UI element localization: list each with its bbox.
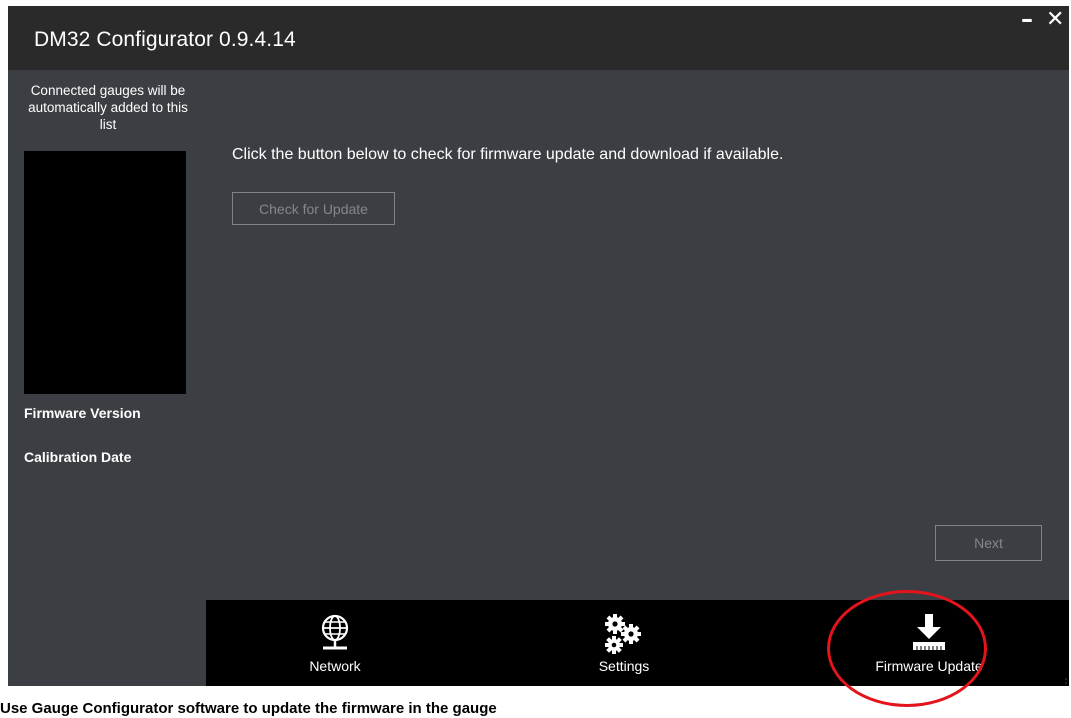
title-bar: DM32 Configurator 0.9.4.14 – ✕ — [8, 6, 1069, 70]
gauge-list-hint: Connected gauges will be automatically a… — [28, 83, 188, 132]
globe-network-icon — [321, 614, 349, 650]
nav-label-network: Network — [309, 658, 361, 674]
calibration-date-label: Calibration Date — [24, 449, 132, 465]
firmware-version-label: Firmware Version — [24, 405, 141, 421]
highlight-annotation-circle — [827, 590, 987, 707]
window-title: DM32 Configurator 0.9.4.14 — [34, 28, 296, 51]
close-button[interactable]: ✕ — [1046, 7, 1064, 32]
nav-item-network[interactable]: Network — [255, 600, 415, 686]
firmware-instructions: Click the button below to check for firm… — [232, 146, 784, 163]
minimize-button[interactable]: – — [1021, 6, 1033, 33]
check-for-update-button[interactable]: Check for Update — [232, 192, 395, 225]
gears-icon — [605, 614, 641, 654]
caption-text: Use Gauge Configurator software to updat… — [0, 700, 497, 717]
nav-label-settings: Settings — [598, 658, 650, 674]
next-button[interactable]: Next — [935, 525, 1042, 561]
resize-grip[interactable] — [1064, 677, 1068, 685]
nav-item-settings[interactable]: Settings — [544, 600, 704, 686]
app-window: DM32 Configurator 0.9.4.14 – ✕ Connected… — [8, 6, 1069, 686]
connected-gauges-list[interactable] — [24, 151, 186, 394]
